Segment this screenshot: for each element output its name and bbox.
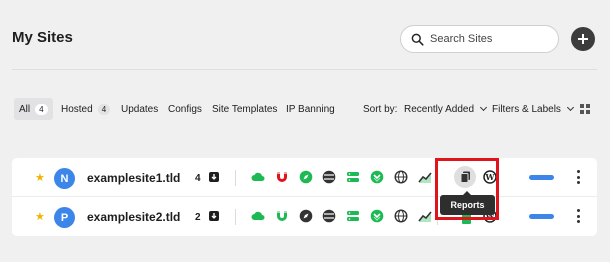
tab-count-badge: 4 bbox=[97, 103, 111, 115]
plus-icon bbox=[578, 34, 588, 44]
add-site-button[interactable] bbox=[571, 27, 595, 51]
site-name[interactable]: examplesite1.tld bbox=[87, 171, 180, 185]
compass-icon[interactable] bbox=[299, 209, 313, 223]
reports-tooltip: Reports bbox=[440, 191, 495, 215]
page-title: My Sites bbox=[12, 29, 73, 46]
magnet-icon[interactable] bbox=[275, 209, 289, 223]
divider bbox=[437, 170, 438, 186]
divider bbox=[235, 209, 236, 225]
chevron-down-icon bbox=[480, 103, 488, 112]
sort-label: Sort by: bbox=[363, 103, 398, 115]
star-icon[interactable]: ★ bbox=[35, 210, 45, 223]
tab-label: All bbox=[19, 103, 31, 115]
divider bbox=[437, 209, 438, 225]
header-divider bbox=[12, 69, 597, 70]
download-icon[interactable] bbox=[208, 171, 220, 183]
tab-label: Configs bbox=[168, 103, 202, 115]
tab-all[interactable]: All 4 bbox=[14, 98, 53, 120]
globe-icon[interactable] bbox=[394, 170, 408, 184]
filters-labels-dropdown[interactable]: Filters & Labels bbox=[492, 98, 574, 120]
tab-ip-banning[interactable]: IP Banning bbox=[286, 98, 335, 120]
cdn-icon[interactable] bbox=[370, 170, 384, 184]
more-options-icon[interactable] bbox=[577, 170, 581, 184]
divider bbox=[235, 170, 236, 186]
page-header: My Sites bbox=[0, 0, 610, 70]
reports-button[interactable] bbox=[454, 166, 476, 188]
grid-view-icon[interactable] bbox=[580, 104, 590, 114]
server-icon[interactable] bbox=[346, 170, 360, 184]
analytics-icon[interactable] bbox=[418, 209, 432, 223]
database-icon[interactable] bbox=[322, 209, 336, 223]
star-icon[interactable]: ★ bbox=[35, 171, 45, 184]
tab-label: Site Templates bbox=[212, 103, 278, 115]
analytics-icon[interactable] bbox=[418, 170, 432, 184]
tab-updates[interactable]: Updates bbox=[121, 98, 158, 120]
tab-site-templates[interactable]: Site Templates bbox=[212, 98, 277, 120]
cdn-icon[interactable] bbox=[370, 209, 384, 223]
update-count: 2 bbox=[195, 212, 201, 223]
wordpress-icon[interactable]: W bbox=[483, 170, 497, 184]
search-input[interactable] bbox=[430, 33, 550, 45]
magnet-icon[interactable] bbox=[275, 170, 289, 184]
search-icon bbox=[411, 33, 424, 46]
tab-label: Hosted bbox=[61, 103, 93, 115]
status-bar bbox=[529, 214, 554, 219]
site-row[interactable]: ★ P examplesite2.tld 2 W bbox=[12, 197, 597, 236]
site-name[interactable]: examplesite2.tld bbox=[87, 210, 180, 224]
more-options-icon[interactable] bbox=[577, 209, 581, 223]
tab-configs[interactable]: Configs bbox=[168, 98, 202, 120]
sort-value: Recently Added bbox=[404, 103, 475, 115]
cloud-icon[interactable] bbox=[251, 170, 265, 184]
chevron-down-icon bbox=[566, 103, 574, 112]
tab-label: IP Banning bbox=[286, 103, 335, 115]
status-bar bbox=[529, 175, 554, 180]
tab-count-badge: 4 bbox=[35, 103, 48, 115]
document-icon bbox=[460, 171, 470, 183]
tab-label: Updates bbox=[121, 103, 159, 115]
server-icon[interactable] bbox=[346, 209, 360, 223]
sort-dropdown[interactable]: Recently Added bbox=[404, 98, 488, 120]
update-count: 4 bbox=[195, 173, 201, 184]
cloud-icon[interactable] bbox=[251, 209, 265, 223]
svg-text:W: W bbox=[485, 172, 496, 182]
site-row[interactable]: ★ N examplesite1.tld 4 W bbox=[12, 158, 597, 197]
avatar: N bbox=[54, 168, 75, 189]
database-icon[interactable] bbox=[322, 170, 336, 184]
compass-icon[interactable] bbox=[299, 170, 313, 184]
tab-hosted[interactable]: Hosted 4 bbox=[61, 98, 111, 120]
sites-list: ★ N examplesite1.tld 4 W ★ P examplesite… bbox=[12, 158, 597, 236]
filter-bar: All 4 Hosted 4 Updates Configs Site Temp… bbox=[12, 98, 597, 120]
globe-icon[interactable] bbox=[394, 209, 408, 223]
search-box[interactable] bbox=[400, 25, 559, 53]
avatar: P bbox=[54, 207, 75, 228]
filters-labels-text: Filters & Labels bbox=[492, 103, 561, 115]
download-icon[interactable] bbox=[208, 210, 220, 222]
